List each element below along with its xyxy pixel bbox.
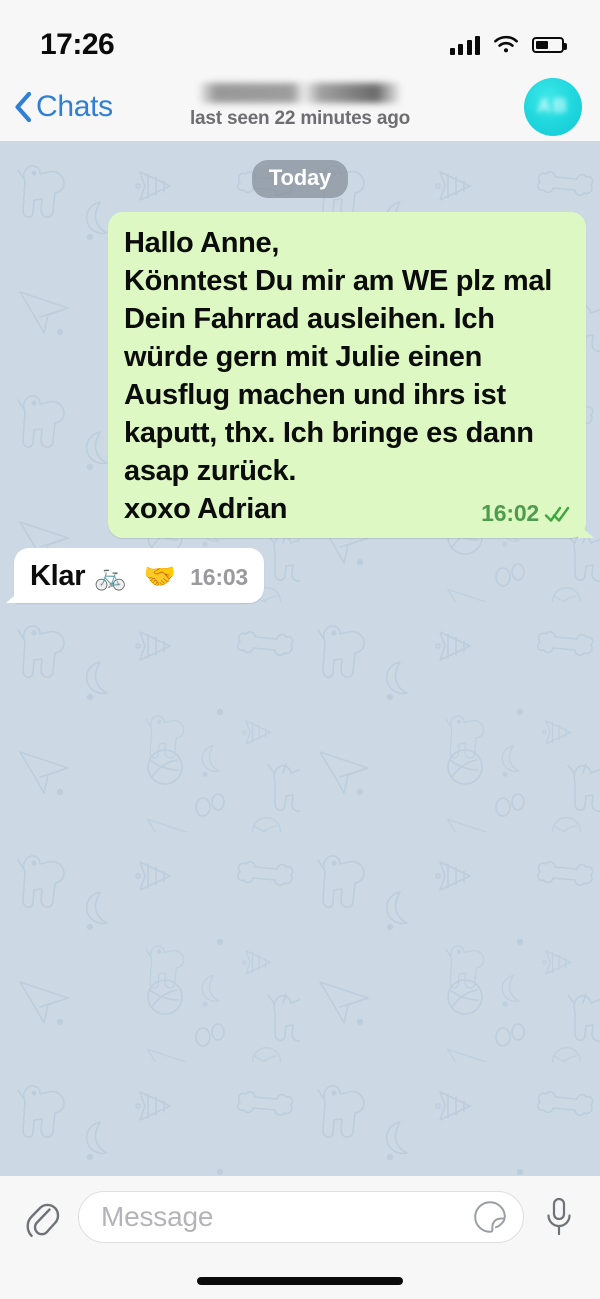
battery-icon [532,37,567,53]
message-input-bar: Message [0,1175,600,1299]
contact-name-redacted [200,83,400,103]
avatar-initials: AB [537,95,569,117]
message-bubble-incoming[interactable]: Klar 🚲 🤝 16:03 [14,548,265,603]
chevron-left-icon [15,91,32,122]
date-divider-label: Today [251,160,349,198]
message-input-placeholder: Message [101,1201,214,1232]
status-bar-icons [449,35,567,55]
sticker-button[interactable] [471,1198,509,1236]
avatar[interactable]: AB [524,77,582,136]
message-row-incoming: Klar 🚲 🤝 16:03 [0,548,600,603]
message-timestamp: 16:02 [481,500,539,526]
back-to-chats-button[interactable]: Chats [14,90,113,124]
double-check-icon [544,506,570,522]
voice-record-button[interactable] [536,1191,582,1243]
message-timestamp: 16:03 [190,564,249,590]
microphone-icon [547,1197,571,1236]
back-label: Chats [36,89,113,123]
message-text: Hallo Anne, Könntest Du mir am WE plz ma… [124,227,552,525]
message-text: Klar [30,560,86,592]
status-bar-time: 17:26 [40,28,115,61]
date-divider: Today [0,160,600,198]
message-emojis: 🚲 🤝 [94,561,182,591]
chat-header: Chats last seen 22 minutes ago AB [0,72,600,142]
attach-button[interactable] [18,1191,66,1243]
message-input-field[interactable]: Message [78,1191,524,1243]
signal-bars-icon [449,35,480,55]
message-meta: 16:02 [481,500,570,527]
wifi-icon [494,35,518,53]
message-bubble-outgoing[interactable]: Hallo Anne, Könntest Du mir am WE plz ma… [108,212,586,538]
status-bar: 17:26 [0,0,600,72]
contact-last-seen: last seen 22 minutes ago [189,108,411,129]
sticker-icon [474,1201,506,1233]
chat-message-area: Today Hallo Anne, Könntest Du mir am WE … [0,142,600,1175]
paperclip-icon [26,1203,60,1237]
home-indicator[interactable] [197,1277,403,1285]
message-row-outgoing: Hallo Anne, Könntest Du mir am WE plz ma… [0,212,600,538]
